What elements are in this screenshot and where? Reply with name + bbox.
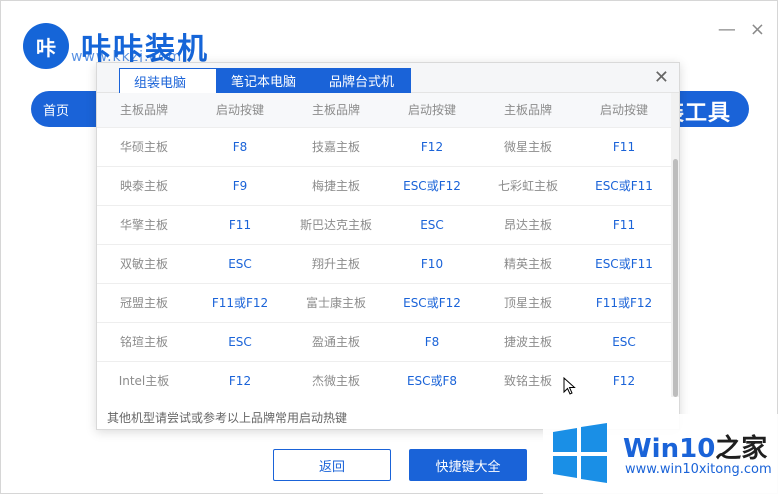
- board-brand-cell: 捷波主板: [481, 321, 575, 361]
- tab-brand-desktop[interactable]: 品牌台式机: [315, 68, 411, 93]
- table-row: 冠盟主板 F11或F12 富士康主板 ESC或F12 顶星主板 F11或F12: [97, 282, 673, 322]
- back-button[interactable]: 返回: [273, 449, 391, 481]
- dialog-tab-bar: 组装电脑 笔记本电脑 品牌台式机 ✕: [97, 63, 679, 94]
- watermark: Win10之家 www.win10xitong.com: [543, 414, 778, 494]
- table-row: Intel主板 F12 杰微主板 ESC或F8 致铭主板 F12: [97, 360, 673, 397]
- mouse-cursor-icon: [563, 377, 576, 395]
- tab-assembled-pc[interactable]: 组装电脑: [119, 68, 217, 94]
- header-brand: 主板品牌: [289, 93, 383, 127]
- table-row: 华擎主板 F11 斯巴达克主板 ESC 昂达主板 F11: [97, 204, 673, 244]
- boot-key-dialog: 组装电脑 笔记本电脑 品牌台式机 ✕ 主板品牌 启动按键 主板品牌 启动按键 主…: [96, 62, 680, 430]
- board-brand-cell: 华硕主板: [97, 126, 191, 166]
- board-brand-cell: 技嘉主板: [289, 126, 383, 166]
- nav-home-button[interactable]: 首页: [43, 100, 69, 119]
- board-brand-cell: 梅捷主板: [289, 165, 383, 205]
- close-icon[interactable]: ✕: [654, 67, 669, 88]
- minimize-button[interactable]: —: [718, 19, 736, 40]
- table-row: 华硕主板 F8 技嘉主板 F12 微星主板 F11: [97, 126, 673, 166]
- dialog-footnote: 其他机型请尝试或参考以上品牌常用启动热键: [107, 411, 348, 425]
- watermark-title-prefix: Win10: [623, 434, 716, 464]
- boot-key-cell: F12: [383, 126, 481, 166]
- boot-key-cell: ESC或F12: [383, 165, 481, 205]
- table-row: 双敏主板 ESC 翔升主板 F10 精英主板 ESC或F11: [97, 243, 673, 283]
- boot-key-cell: F8: [191, 126, 289, 166]
- table-header-row: 主板品牌 启动按键 主板品牌 启动按键 主板品牌 启动按键: [97, 93, 673, 127]
- boot-key-cell: ESC: [575, 321, 673, 361]
- boot-key-cell: ESC: [191, 243, 289, 283]
- boot-key-cell: F11: [575, 126, 673, 166]
- boot-key-cell: ESC或F11: [575, 165, 673, 205]
- table-row: 映泰主板 F9 梅捷主板 ESC或F12 七彩虹主板 ESC或F11: [97, 165, 673, 205]
- board-brand-cell: 微星主板: [481, 126, 575, 166]
- boot-key-cell: F8: [383, 321, 481, 361]
- board-brand-cell: 顶星主板: [481, 282, 575, 322]
- watermark-title-suffix: 之家: [715, 434, 768, 464]
- window-controls: — ×: [718, 19, 765, 40]
- board-brand-cell: 华擎主板: [97, 204, 191, 244]
- table-row: 铭瑄主板 ESC 盈通主板 F8 捷波主板 ESC: [97, 321, 673, 361]
- tab-laptop[interactable]: 笔记本电脑: [217, 68, 315, 93]
- header-key: 启动按键: [575, 93, 673, 127]
- boot-key-cell: F12: [191, 360, 289, 397]
- header-key: 启动按键: [191, 93, 289, 127]
- board-brand-cell: 杰微主板: [289, 360, 383, 397]
- shortcut-list-button[interactable]: 快捷键大全: [409, 449, 527, 481]
- boot-key-cell: ESC或F12: [383, 282, 481, 322]
- board-brand-cell: 盈通主板: [289, 321, 383, 361]
- boot-key-cell: F9: [191, 165, 289, 205]
- boot-key-cell: F10: [383, 243, 481, 283]
- boot-key-cell: F11或F12: [191, 282, 289, 322]
- board-brand-cell: 映泰主板: [97, 165, 191, 205]
- boot-key-cell: F11: [191, 204, 289, 244]
- boot-key-cell: F12: [575, 360, 673, 397]
- boot-key-cell: ESC: [383, 204, 481, 244]
- boot-key-cell: ESC或F8: [383, 360, 481, 397]
- board-brand-cell: 昂达主板: [481, 204, 575, 244]
- boot-key-cell: F11: [575, 204, 673, 244]
- board-brand-cell: 双敏主板: [97, 243, 191, 283]
- logo-icon: 咔: [23, 23, 69, 69]
- windows-logo-icon: [553, 423, 607, 483]
- header-brand: 主板品牌: [97, 93, 191, 127]
- boot-key-table: 主板品牌 启动按键 主板品牌 启动按键 主板品牌 启动按键 华硕主板 F8 技嘉主板…: [97, 93, 673, 397]
- window-close-button[interactable]: ×: [750, 19, 765, 40]
- board-brand-cell: 铭瑄主板: [97, 321, 191, 361]
- board-brand-cell: 翔升主板: [289, 243, 383, 283]
- board-brand-cell: 冠盟主板: [97, 282, 191, 322]
- board-brand-cell: 精英主板: [481, 243, 575, 283]
- scrollbar-track[interactable]: [671, 93, 679, 397]
- board-brand-cell: 七彩虹主板: [481, 165, 575, 205]
- watermark-url: www.win10xitong.com: [625, 462, 772, 477]
- boot-key-cell: F11或F12: [575, 282, 673, 322]
- boot-key-cell: ESC: [191, 321, 289, 361]
- board-brand-cell: 富士康主板: [289, 282, 383, 322]
- board-brand-cell: 斯巴达克主板: [289, 204, 383, 244]
- scrollbar-thumb[interactable]: [673, 159, 678, 397]
- header-brand: 主板品牌: [481, 93, 575, 127]
- board-brand-cell: 致铭主板: [481, 360, 575, 397]
- board-brand-cell: Intel主板: [97, 360, 191, 397]
- header-key: 启动按键: [383, 93, 481, 127]
- boot-key-cell: ESC或F11: [575, 243, 673, 283]
- watermark-title: Win10之家: [623, 428, 767, 465]
